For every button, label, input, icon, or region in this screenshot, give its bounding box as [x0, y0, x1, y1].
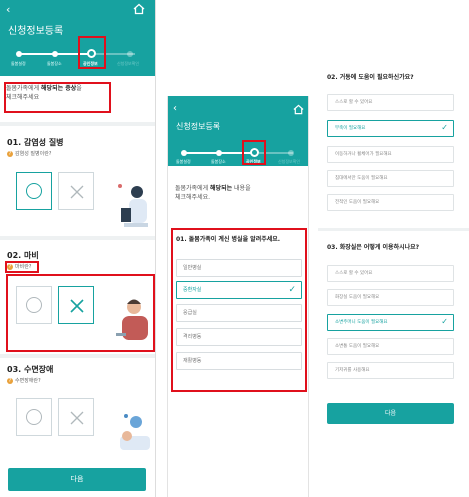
divider [0, 236, 155, 240]
page-title: 신청정보등록 [176, 122, 221, 131]
question-title: 03. 수면장애 [7, 365, 54, 374]
home-icon[interactable] [133, 3, 145, 15]
patient-illustration [116, 299, 148, 340]
option-toilet[interactable]: 소변주머니 도움이 필요해요 ✓ [327, 314, 454, 331]
option-mobility[interactable]: 스스로 할 수 있어요 [327, 94, 454, 111]
step-label-1: 돌봄설정 [11, 61, 26, 66]
step-dot-4 [127, 51, 133, 57]
option-ward[interactable]: 중환자실 ✓ [176, 281, 302, 299]
highlight-box-help [5, 261, 39, 273]
o-icon [26, 297, 42, 313]
check-icon: ✓ [441, 317, 448, 326]
step-dot-1 [181, 150, 187, 156]
question-title: 02. 거동에 도움이 필요하신가요? [327, 74, 414, 81]
step-label-4: 신청정보확인 [278, 159, 301, 164]
option-mobility[interactable]: 부축이 필요해요 ✓ [327, 120, 454, 137]
highlight-box-step [78, 36, 106, 69]
next-button[interactable]: 다음 [8, 468, 146, 491]
doctor-illustration [118, 184, 148, 227]
highlight-box-notice [4, 82, 111, 113]
divider [0, 354, 155, 358]
check-icon: ✓ [441, 123, 448, 132]
question-help[interactable]: ? 감염성 질병이란? [7, 150, 51, 157]
check-icon: ✓ [288, 285, 296, 295]
step-dot-2 [216, 150, 222, 156]
sleep-illustration [120, 414, 150, 450]
screen-left: ‹ 신청정보등록 돌봄설정 돌봄장소 공인정보 신청정보확인 돌봄가족에게 해당… [0, 0, 156, 497]
back-icon[interactable]: ‹ [173, 104, 177, 114]
question-title: 01. 감염성 질병 [7, 138, 64, 147]
question-help[interactable]: ? 수면장애란? [7, 377, 41, 384]
divider [318, 228, 469, 231]
option-ward[interactable]: 응급실 [176, 304, 302, 322]
question-title: 03. 화장실은 어떻게 이용하시나요? [327, 244, 420, 251]
screen-middle: ‹ 신청정보등록 돌봄설정 돌봄장소 공인정보 신청정보확인 돌봄가족에게 해당… [167, 96, 309, 497]
option-ward[interactable]: 일반병실 [176, 259, 302, 277]
notice-text: 돌봄가족에게 해당되는 내용을 체크해주세요. [175, 185, 251, 201]
option-ward[interactable]: 격리병동 [176, 328, 302, 346]
x-icon [70, 185, 84, 199]
o-button[interactable] [16, 398, 52, 436]
option-mobility[interactable]: 이동하거나 휠체어가 필요해요 [327, 146, 454, 163]
help-icon: ? [7, 150, 13, 157]
option-toilet[interactable]: 화장실 도움이 필요해요 [327, 289, 454, 306]
divider [0, 122, 155, 126]
screen-right: 02. 거동에 도움이 필요하신가요? 스스로 할 수 있어요 부축이 필요해요… [318, 68, 469, 497]
step-label-2: 돌봄장소 [211, 159, 226, 164]
option-toilet[interactable]: 기저귀를 사용해요 [327, 362, 454, 379]
x-button[interactable] [58, 398, 94, 436]
step-dot-2 [52, 51, 58, 57]
back-icon[interactable]: ‹ [6, 4, 18, 16]
x-icon [70, 299, 84, 313]
x-button[interactable] [58, 172, 94, 210]
option-mobility[interactable]: 침대에서만 도움이 필요해요 [327, 170, 454, 187]
option-toilet[interactable]: 소변통 도움이 필요해요 [327, 338, 454, 355]
option-toilet[interactable]: 스스로 할 수 있어요 [327, 265, 454, 282]
question-title: 02. 마비 [7, 251, 39, 260]
page-title: 신청정보등록 [8, 26, 64, 37]
question-title: 01. 돌봄가족이 계신 병실을 알려주세요. [176, 236, 281, 243]
o-button[interactable] [16, 286, 52, 324]
highlight-box-step [242, 140, 266, 165]
step-label-1: 돌봄설정 [176, 159, 191, 164]
x-icon [70, 411, 84, 425]
step-dot-4 [288, 150, 294, 156]
x-button[interactable] [58, 286, 94, 324]
step-label-4: 신청정보확인 [117, 61, 140, 66]
o-button[interactable] [16, 172, 52, 210]
help-icon: ? [7, 377, 13, 384]
option-ward[interactable]: 재활병동 [176, 352, 302, 370]
o-icon [26, 183, 42, 199]
o-icon [26, 409, 42, 425]
step-dot-1 [16, 51, 22, 57]
step-label-2: 돌봄장소 [47, 61, 62, 66]
home-icon[interactable] [293, 104, 304, 115]
next-button[interactable]: 다음 [327, 403, 454, 424]
option-mobility[interactable]: 전적인 도움이 필요해요 [327, 194, 454, 211]
